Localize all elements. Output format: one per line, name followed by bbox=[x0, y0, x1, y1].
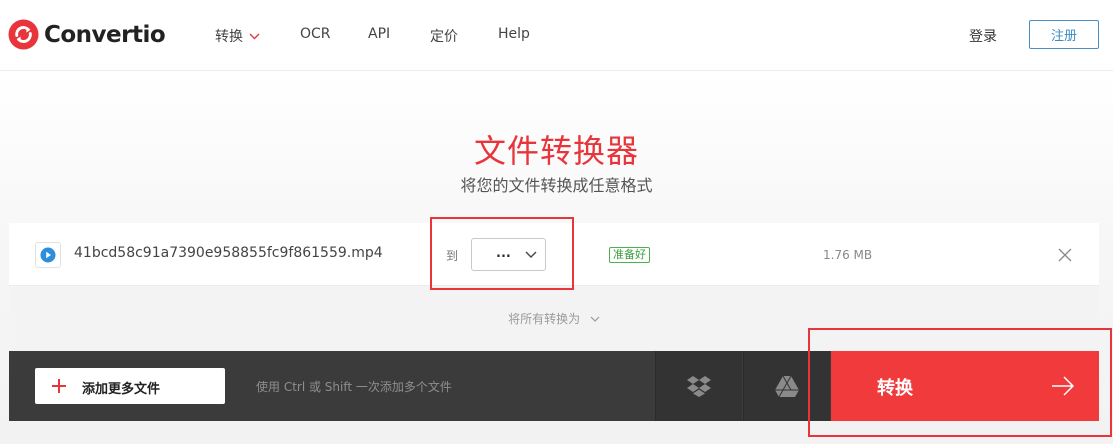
dropbox-icon bbox=[687, 376, 711, 397]
chevron-down-icon bbox=[590, 316, 600, 322]
status-badge: 准备好 bbox=[609, 247, 650, 263]
convert-all-dropdown[interactable]: 将所有转换为 bbox=[9, 310, 1099, 327]
login-link[interactable]: 登录 bbox=[969, 26, 997, 46]
logo[interactable]: Convertio bbox=[8, 19, 166, 50]
header: Convertio 转换 OCR API 定价 Help 登录 注册 bbox=[0, 0, 1113, 71]
nav-ocr[interactable]: OCR bbox=[300, 26, 331, 42]
logo-text: Convertio bbox=[44, 21, 166, 48]
nav-convert[interactable]: 转换 bbox=[215, 26, 260, 46]
nav-api-label: API bbox=[368, 26, 391, 42]
page-subtitle: 将您的文件转换成任意格式 bbox=[460, 176, 653, 195]
nav-help[interactable]: Help bbox=[498, 26, 530, 42]
highlight-box-convert bbox=[808, 328, 1112, 437]
add-more-files-label: 添加更多文件 bbox=[82, 382, 161, 397]
nav-convert-label: 转换 bbox=[215, 29, 243, 45]
nav-help-label: Help bbox=[498, 26, 530, 42]
nav-pricing[interactable]: 定价 bbox=[430, 26, 458, 46]
multi-select-hint: 使用 Ctrl 或 Shift 一次添加多个文件 bbox=[256, 380, 452, 394]
register-button[interactable]: 注册 bbox=[1029, 20, 1099, 49]
highlight-box-format bbox=[430, 217, 574, 290]
file-type-badge bbox=[35, 242, 61, 268]
page: Convertio 转换 OCR API 定价 Help 登录 注册 文件转换器… bbox=[0, 0, 1113, 444]
convert-all-label: 将所有转换为 bbox=[508, 312, 581, 326]
dropbox-button[interactable] bbox=[655, 351, 742, 421]
page-title: 文件转换器 bbox=[473, 132, 639, 170]
chevron-down-icon bbox=[249, 33, 260, 39]
file-name: 41bcd58c91a7390e958855fc9f861559.mp4 bbox=[74, 245, 383, 261]
nav-ocr-label: OCR bbox=[300, 26, 331, 42]
close-icon[interactable] bbox=[1057, 247, 1073, 263]
nav-pricing-label: 定价 bbox=[430, 29, 458, 45]
file-size: 1.76 MB bbox=[823, 248, 873, 262]
google-drive-icon bbox=[775, 375, 799, 397]
add-more-files-button[interactable]: 添加更多文件 bbox=[35, 368, 225, 404]
play-icon bbox=[40, 247, 56, 263]
plus-icon bbox=[52, 379, 66, 393]
nav-api[interactable]: API bbox=[368, 26, 390, 42]
convertio-logo-icon bbox=[8, 19, 39, 50]
